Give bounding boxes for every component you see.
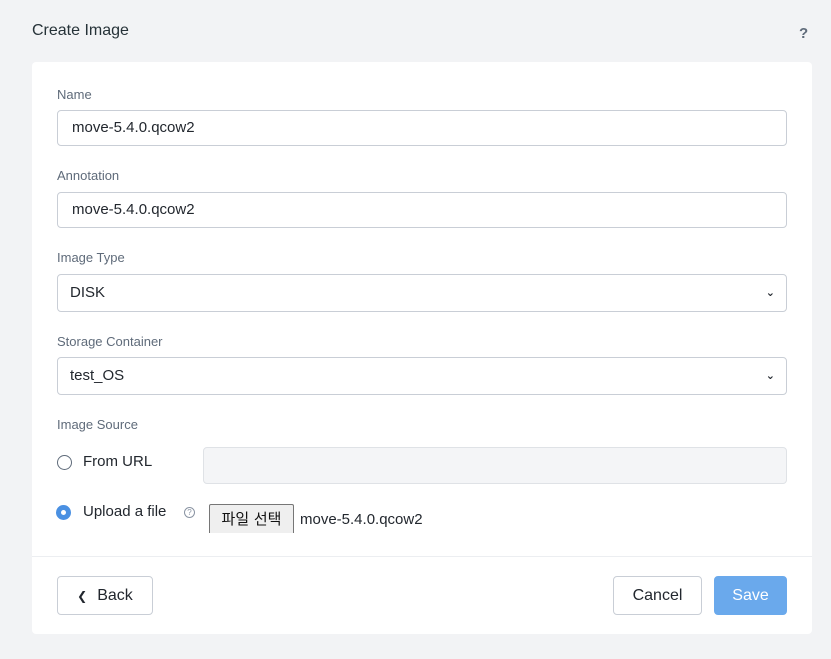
storage-container-select[interactable]: test_OS ⌄ — [57, 357, 787, 395]
name-label: Name — [57, 87, 92, 102]
back-button[interactable]: ❮ Back — [57, 576, 153, 615]
choose-file-button[interactable]: 파일 선택 — [209, 504, 294, 533]
image-source-label: Image Source — [57, 417, 138, 432]
image-type-select[interactable]: DISK ⌄ — [57, 274, 787, 312]
dialog-title: Create Image — [32, 22, 129, 39]
image-type-value: DISK — [70, 284, 106, 301]
chevron-left-icon: ❮ — [77, 589, 88, 603]
create-image-form: Name move-5.4.0.qcow2 Annotation move-5.… — [32, 62, 812, 634]
annotation-input[interactable]: move-5.4.0.qcow2 — [57, 192, 787, 228]
footer-divider — [32, 556, 812, 557]
from-url-radio[interactable] — [57, 455, 72, 470]
chevron-down-icon: ⌄ — [765, 370, 775, 382]
from-url-label[interactable]: From URL — [83, 453, 152, 470]
help-icon[interactable]: ? — [799, 25, 808, 42]
save-button[interactable]: Save — [714, 576, 787, 615]
storage-container-value: test_OS — [70, 367, 125, 384]
back-button-label: Back — [97, 587, 133, 604]
upload-file-radio[interactable] — [56, 505, 71, 520]
image-type-label: Image Type — [57, 250, 125, 265]
info-icon[interactable]: ? — [184, 507, 195, 518]
selected-file-name: move-5.4.0.qcow2 — [300, 511, 423, 528]
storage-container-label: Storage Container — [57, 334, 163, 349]
annotation-label: Annotation — [57, 168, 120, 183]
url-input[interactable] — [203, 447, 787, 484]
cancel-button[interactable]: Cancel — [613, 576, 702, 615]
name-input[interactable]: move-5.4.0.qcow2 — [57, 110, 787, 146]
upload-file-label[interactable]: Upload a file — [83, 503, 166, 520]
chevron-down-icon: ⌄ — [765, 287, 775, 299]
